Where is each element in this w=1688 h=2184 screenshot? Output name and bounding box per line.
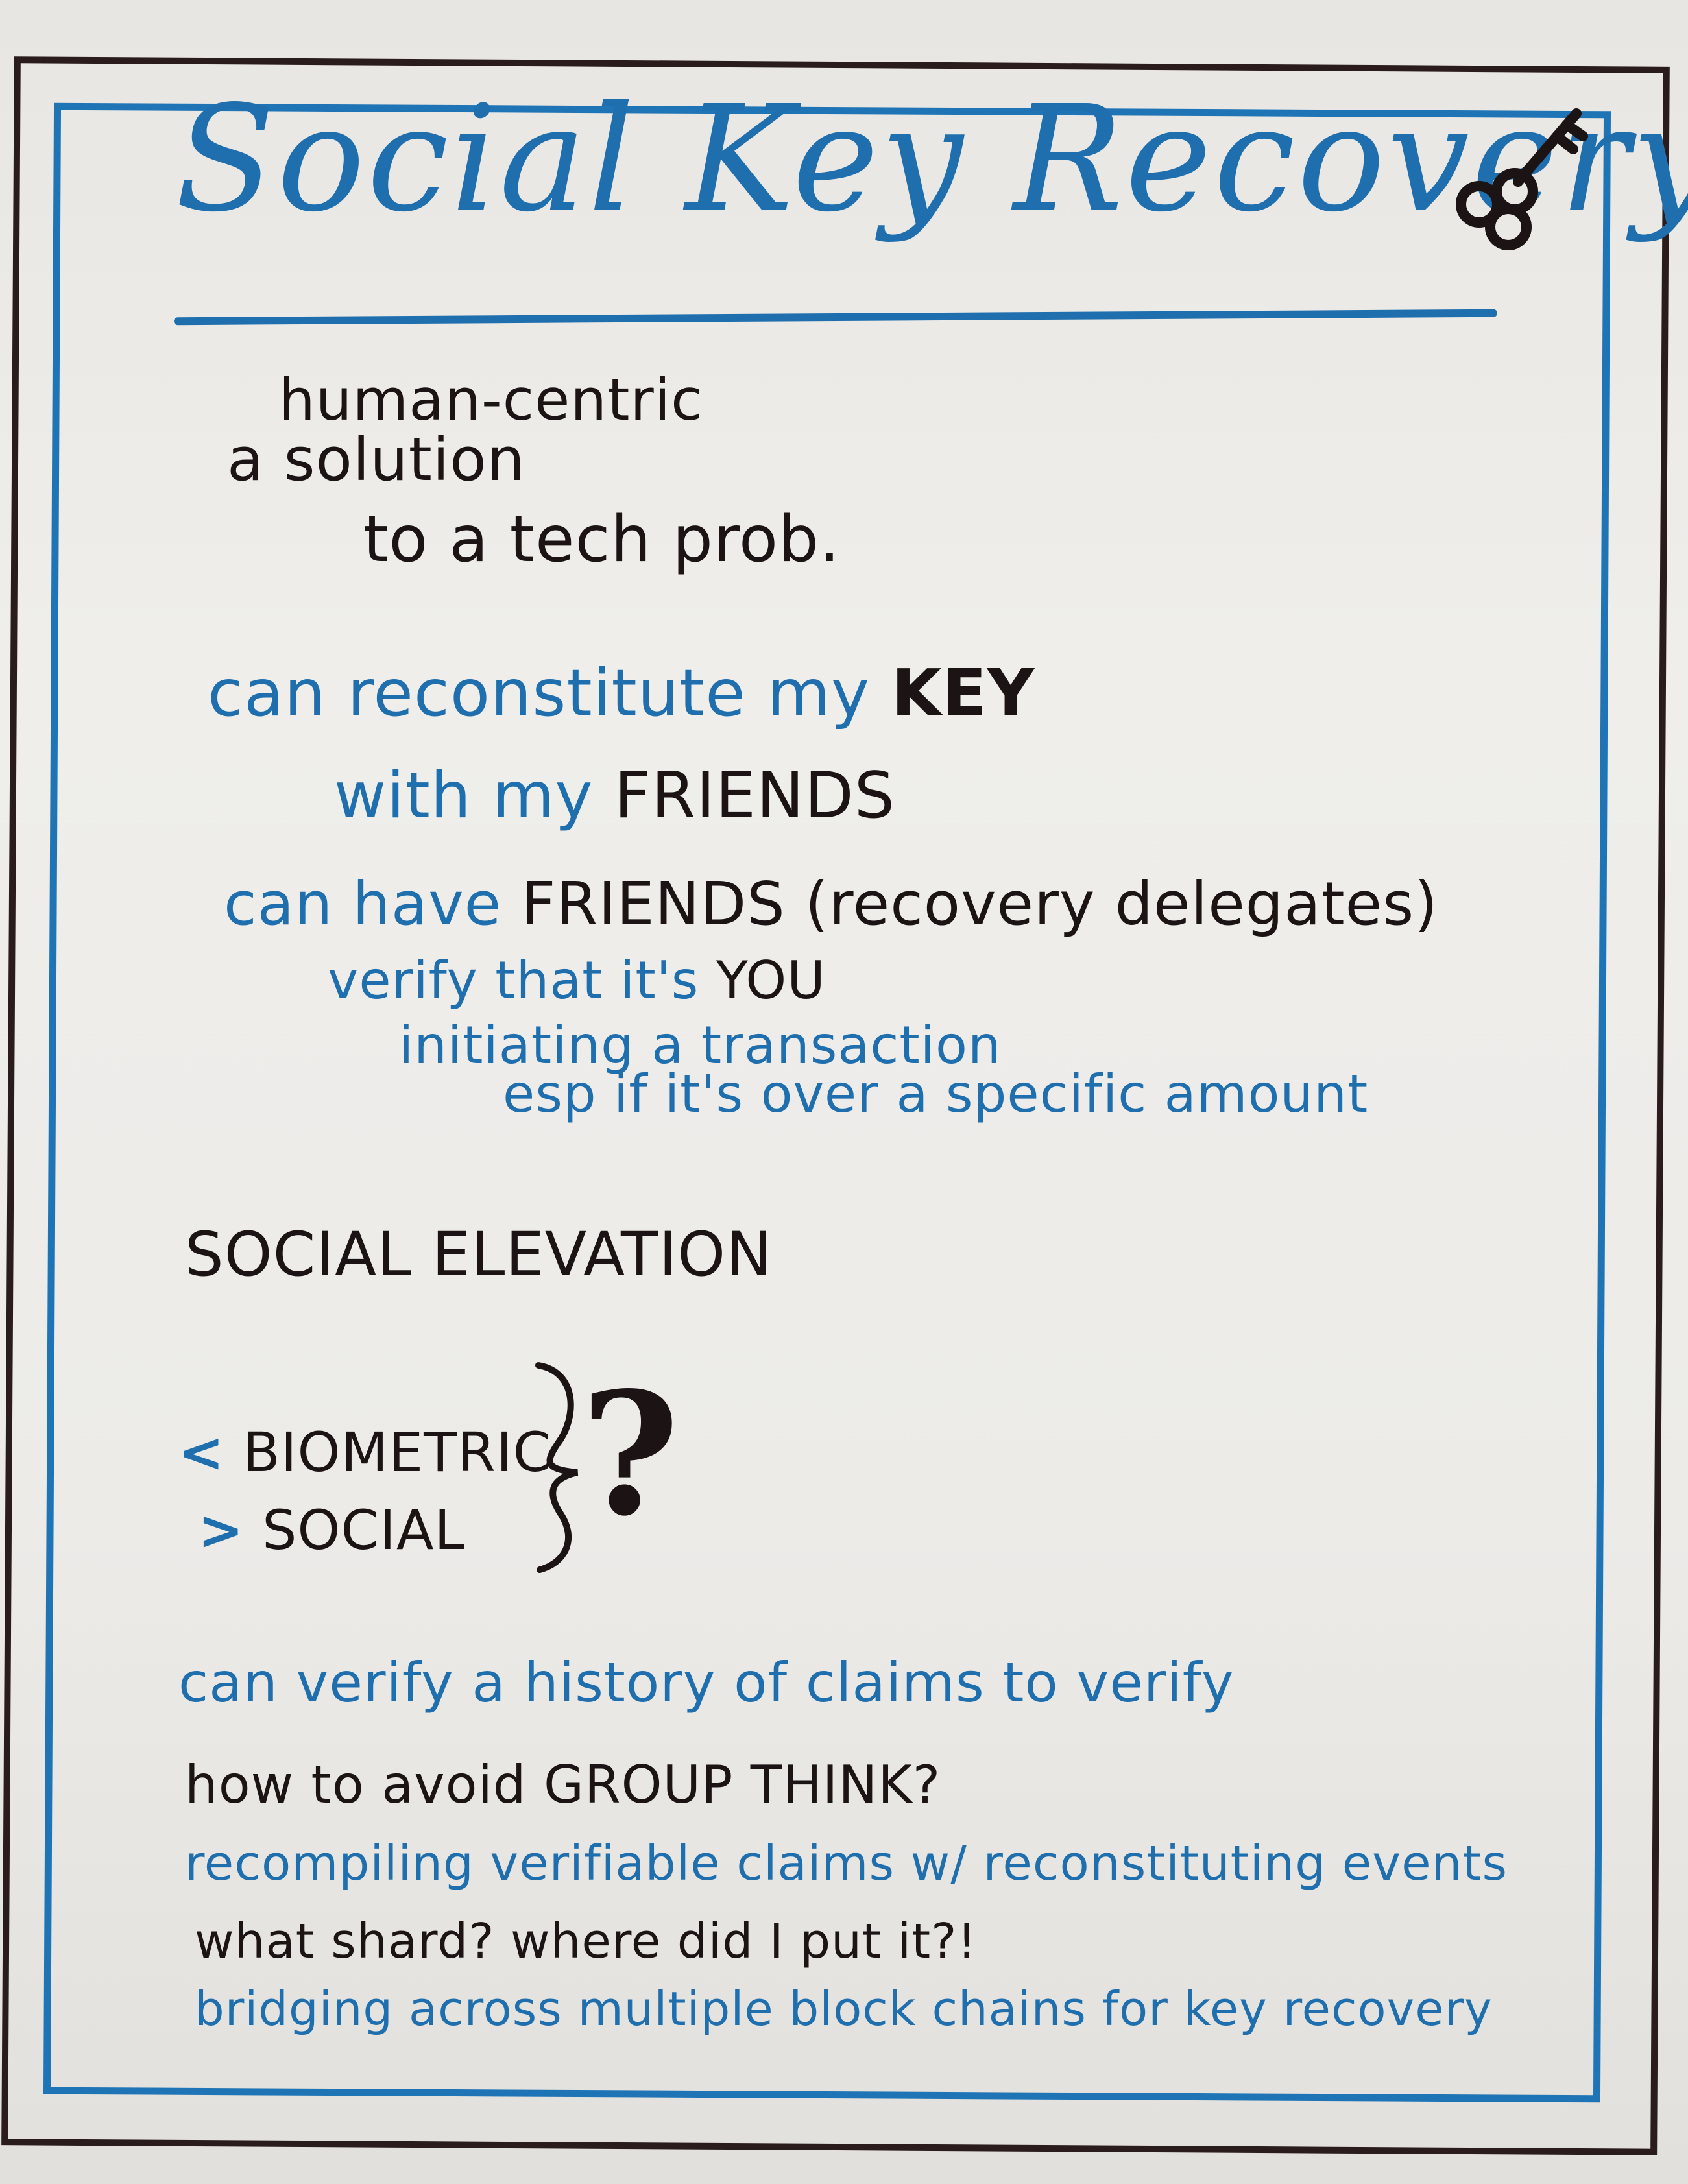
key-word: KEY [891,655,1035,731]
friends-key-line2-text: with my [334,759,594,833]
intro-insert: human-centric [279,366,703,433]
skeleton-key-icon [1456,108,1588,250]
note-what-shard: what shard? where did I put it?! [195,1914,978,1969]
greater-than-symbol: > [198,1498,245,1562]
note-recompiling: recompiling verifiable claims w/ reconst… [185,1836,1508,1891]
social-elevation-heading: SOCIAL ELEVATION [185,1219,773,1290]
friends-key-line1-text: can reconstitute my [208,655,871,731]
friends-key-line2: with my FRIENDS [334,759,895,833]
delegates-line2-text: verify that it's [328,950,699,1011]
social-label: SOCIAL [262,1498,466,1562]
social-row: > SOCIAL [198,1498,465,1562]
biometric-label: BIOMETRIC [243,1421,552,1484]
delegates-line2: verify that it's YOU [328,950,826,1011]
you-word: YOU [716,950,826,1011]
delegates-line1: can have FRIENDS (recovery delegates) [224,869,1438,939]
question-mark: ? [581,1356,680,1554]
flipchart-paper: Social Key Recovery human-centric a solu… [0,0,1688,2184]
delegates-line4: esp if it's over a specific amount [503,1064,1369,1124]
delegates-line1-dark: FRIENDS (recovery delegates) [521,869,1439,939]
note-bridging: bridging across multiple block chains fo… [195,1982,1493,2036]
friends-key-line1: can reconstitute my KEY [208,655,1035,731]
biometric-row: < BIOMETRIC [178,1421,551,1484]
less-than-symbol: < [178,1421,225,1484]
note-group-think: how to avoid GROUP THINK? [185,1755,941,1815]
delegates-line1-text: can have [224,869,502,939]
intro-line1: a solution [227,425,525,494]
note-verify-history: can verify a history of claims to verify [178,1651,1235,1714]
intro-line2: to a tech prob. [363,503,841,577]
friends-word: FRIENDS [614,759,895,833]
